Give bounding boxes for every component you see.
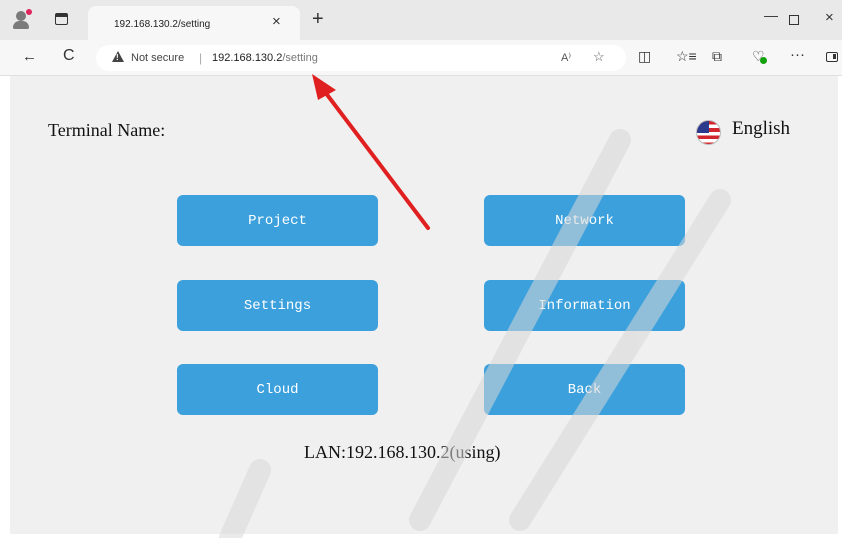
terminal-name-label: Terminal Name: <box>48 120 166 140</box>
split-screen-icon[interactable]: ◫ <box>638 49 651 63</box>
favorite-star-icon[interactable]: ☆ <box>593 49 605 65</box>
tab-close-icon[interactable]: × <box>272 14 281 29</box>
close-window-icon[interactable]: × <box>825 10 834 25</box>
sidebar-toggle-icon[interactable] <box>826 52 838 62</box>
project-button[interactable]: Project <box>177 195 378 246</box>
tab-active[interactable]: 192.168.130.2/setting × <box>88 6 300 40</box>
profile-icon[interactable] <box>12 9 32 31</box>
read-aloud-icon[interactable]: A⁾ <box>561 51 571 64</box>
lan-status: LAN:192.168.130.2(using) <box>304 442 501 462</box>
information-button[interactable]: Information <box>484 280 685 331</box>
navigation-bar: ← C Not secure | 192.168.130.2/setting A… <box>0 40 842 76</box>
tab-actions-icon[interactable] <box>55 13 68 25</box>
browser-essentials-icon[interactable]: ♡ <box>752 49 767 64</box>
language-label: English <box>732 118 791 139</box>
favorites-icon[interactable]: ☆≡ <box>676 49 697 63</box>
network-button[interactable]: Network <box>484 195 685 246</box>
cloud-button[interactable]: Cloud <box>177 364 378 415</box>
security-label[interactable]: Not secure <box>131 52 184 64</box>
warning-icon[interactable] <box>112 51 124 62</box>
url-text[interactable]: 192.168.130.2/setting <box>212 52 318 64</box>
address-bar[interactable]: Not secure | 192.168.130.2/setting A⁾ ☆ <box>96 45 626 71</box>
new-tab-icon[interactable]: + <box>312 9 324 29</box>
address-separator: | <box>199 51 203 65</box>
tab-title: 192.168.130.2/setting <box>114 19 211 30</box>
back-icon[interactable]: ← <box>22 49 37 64</box>
more-menu-icon[interactable]: ··· <box>790 47 805 62</box>
back-button[interactable]: Back <box>484 364 685 415</box>
us-flag-icon <box>696 120 721 145</box>
tab-strip: 192.168.130.2/setting × + — × <box>0 0 842 40</box>
collections-icon[interactable]: ⧉ <box>712 49 722 63</box>
maximize-icon[interactable] <box>789 15 799 25</box>
refresh-icon[interactable]: C <box>63 48 75 64</box>
minimize-icon[interactable]: — <box>764 8 778 22</box>
url-host: 192.168.130.2 <box>212 52 283 64</box>
url-path: /setting <box>282 52 318 64</box>
settings-page: Terminal Name: English Project Network S… <box>10 76 838 534</box>
settings-button[interactable]: Settings <box>177 280 378 331</box>
